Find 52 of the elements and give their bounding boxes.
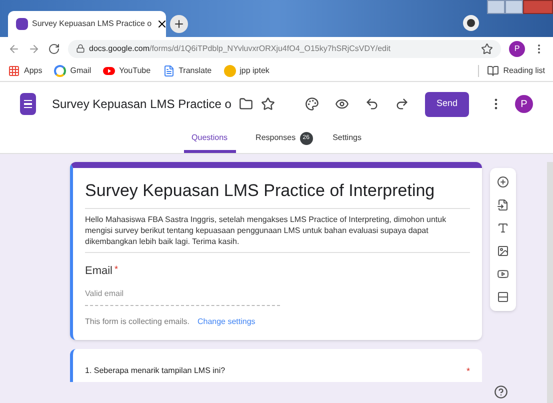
folder-icon[interactable]: [239, 97, 254, 111]
change-settings-link[interactable]: Change settings: [197, 316, 256, 328]
form-title[interactable]: Survey Kepuasan LMS Practice o: [52, 95, 232, 113]
new-tab-button[interactable]: [170, 15, 188, 33]
translate-icon: [162, 64, 175, 76]
import-icon[interactable]: [497, 199, 509, 211]
redo-icon[interactable]: [395, 97, 409, 111]
back-icon[interactable]: [8, 42, 20, 54]
bookmark-link[interactable]: Translate: [178, 64, 212, 76]
bookmark-link[interactable]: Gmail: [70, 64, 92, 76]
profile-avatar[interactable]: P: [509, 40, 525, 56]
reading-list-icon: [487, 64, 500, 76]
required-marker: *: [114, 263, 118, 276]
preview-icon[interactable]: [335, 97, 349, 111]
reload-icon[interactable]: [48, 42, 60, 54]
reading-list-button[interactable]: Reading list: [503, 64, 545, 76]
close-icon[interactable]: [156, 18, 168, 30]
address-bar[interactable]: docs.google.com/forms/d/1Q6iTPdblp_NYvluvxrORXju4fO4_O15ky7hSRjCsVDY/edit: [68, 40, 501, 58]
play-logo-icon: [103, 66, 116, 74]
form-description[interactable]: Hello Mahasiswa FBA Sastra Inggris, setelah mengakses LMS Practice of Interpreting, dimohon untuk mengisi survey berikut tentang kepuasaan penggunaan LMS untuk bahan evaluasi supaya dapat dikembangkan lebih baik lagi. Terima kasih.: [85, 209, 470, 253]
lock-icon: [76, 44, 85, 53]
account-avatar[interactable]: P: [515, 95, 533, 113]
bookmark-star-icon[interactable]: [481, 42, 493, 54]
required-marker: *: [466, 364, 470, 378]
undo-icon[interactable]: [365, 97, 379, 111]
forward-icon[interactable]: [28, 42, 40, 54]
forms-logo-icon: [20, 93, 36, 115]
apps-icon: [8, 64, 20, 76]
form-heading[interactable]: Survey Kepuasan LMS Practice of Interpreting: [85, 180, 470, 209]
bookmark-link[interactable]: YouTube: [119, 64, 151, 76]
send-button[interactable]: Send: [425, 92, 469, 116]
email-label: Email: [85, 264, 113, 279]
title-text-icon[interactable]: [497, 222, 509, 234]
help-icon[interactable]: [494, 385, 508, 399]
star-icon[interactable]: [261, 97, 276, 111]
form-tab[interactable]: Settings: [324, 126, 370, 153]
bookmark-link[interactable]: jpp iptek: [240, 64, 270, 76]
add-question-icon[interactable]: [497, 176, 509, 188]
browser-tab[interactable]: Survey Kepuasan LMS Practice o: [8, 11, 166, 37]
bookmark-link[interactable]: Apps: [24, 64, 42, 76]
scrollbar[interactable]: [547, 162, 553, 403]
collecting-note: This form is collecting emails.: [85, 316, 190, 328]
video-icon[interactable]: [497, 268, 509, 280]
question-text[interactable]: 1. Seberapa menarik tampilan LMS ini?: [85, 364, 226, 378]
profile-icon[interactable]: [463, 15, 479, 31]
email-field[interactable]: Valid email: [85, 288, 280, 306]
forms-icon: [16, 18, 28, 30]
section-icon[interactable]: [497, 291, 509, 303]
plus-icon: [173, 18, 185, 30]
image-icon[interactable]: [497, 245, 509, 257]
g-logo-icon: [54, 64, 66, 76]
palette-icon[interactable]: [305, 97, 319, 111]
